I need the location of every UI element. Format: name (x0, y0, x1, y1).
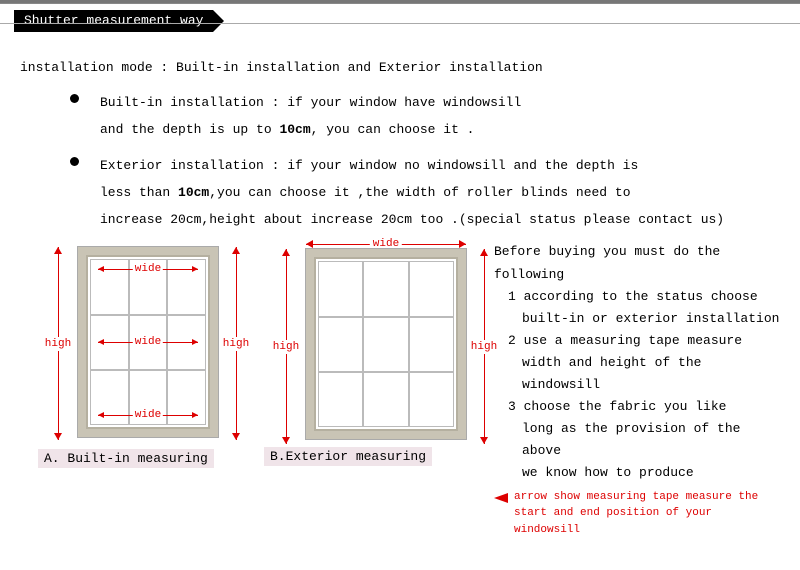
step-2: 2 use a measuring tape measure (494, 330, 780, 352)
builtin-depth: 10cm (279, 122, 310, 137)
ext-depth: 10cm (178, 185, 209, 200)
window-a-wide-3: wide (98, 409, 198, 421)
wide-label: wide (133, 263, 163, 275)
caption-b: B.Exterior measuring (264, 447, 432, 466)
window-b-high-left: high (272, 249, 300, 444)
high-label: high (273, 340, 299, 354)
step-1b: built-in or exterior installation (494, 308, 780, 330)
wide-label: wide (133, 409, 163, 421)
step-3: 3 choose the fabric you like (494, 396, 780, 418)
high-label: high (471, 340, 497, 354)
ext-l2a: less than (100, 185, 178, 200)
step-3c: we know how to produce (494, 462, 780, 484)
header: Shutter measurement way (0, 0, 800, 24)
step-2b: width and height of the windowsill (494, 352, 780, 396)
content: installation mode : Built-in installatio… (0, 30, 800, 538)
ext-l1: Exterior installation : if your window n… (100, 158, 638, 173)
ext-l3: increase 20cm,height about increase 20cm… (100, 212, 724, 227)
ext-l2b: ,you can choose it ,the width of roller … (209, 185, 630, 200)
window-b-grid (318, 261, 454, 427)
caption-a: A. Built-in measuring (38, 449, 214, 468)
window-a-frame: wide wide wide (78, 247, 218, 437)
window-a-wide-2: wide (98, 336, 198, 348)
window-b-frame (306, 249, 466, 439)
window-a-high-left: high (44, 247, 72, 440)
arrow-note-l2: start and end position of your windowsil… (514, 507, 712, 536)
header-title: Shutter measurement way (14, 10, 213, 32)
window-a-wide-1: wide (98, 263, 198, 275)
bullet-exterior: Exterior installation : if your window n… (20, 152, 780, 234)
wide-label: wide (133, 336, 163, 348)
high-label: high (223, 337, 249, 351)
builtin-l2b: , you can choose it . (311, 122, 475, 137)
window-a: wide wide wide high high A. Built-in mea… (38, 241, 238, 468)
diagrams-row: wide wide wide high high A. Built-in mea… (20, 241, 780, 538)
arrow-note-l1: arrow show measuring tape measure the (514, 491, 758, 503)
builtin-l2a: and the depth is up to (100, 122, 279, 137)
arrow-note: arrow show measuring tape measure the st… (494, 489, 780, 539)
window-b: wide high high B.Exterior measuring (264, 241, 484, 466)
high-label: high (45, 337, 71, 351)
step-3b: long as the provision of the above (494, 418, 780, 462)
window-a-high-right: high (222, 247, 250, 440)
intro-line: installation mode : Built-in installatio… (20, 60, 780, 75)
window-b-high-right: high (470, 249, 498, 444)
step-1: 1 according to the status choose (494, 286, 780, 308)
steps-column: Before buying you must do the following … (494, 241, 780, 538)
builtin-l1: Built-in installation : if your window h… (100, 95, 521, 110)
bullet-builtin: Built-in installation : if your window h… (20, 89, 780, 144)
steps-pre: Before buying you must do the following (494, 241, 780, 285)
